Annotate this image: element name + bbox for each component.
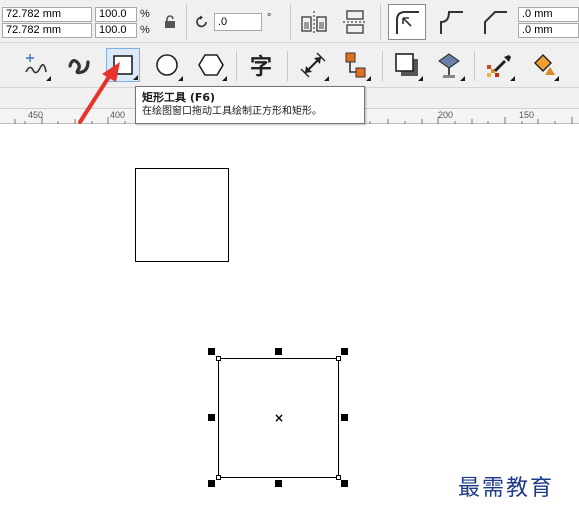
- rotation-angle-field[interactable]: .0: [214, 13, 262, 31]
- annotation-arrow: [78, 62, 120, 124]
- corner-node[interactable]: [336, 356, 341, 361]
- selection-handle-top-left[interactable]: [208, 348, 215, 355]
- flyout-indicator: [133, 75, 138, 80]
- ruler-label: 450: [28, 110, 44, 120]
- dimension-icon: [300, 52, 326, 78]
- lock-ratio-button[interactable]: [162, 13, 178, 31]
- separator: [380, 4, 381, 40]
- mirror-vertical-button[interactable]: [338, 6, 372, 38]
- rectangle-tool-tooltip: 矩形工具 (F6) 在绘图窗口拖动工具绘制正方形和矩形。: [135, 86, 365, 124]
- corner-radius-bottom-field[interactable]: .0 mm: [518, 23, 579, 38]
- flyout-indicator: [554, 76, 559, 81]
- flyout-indicator: [366, 76, 371, 81]
- drawn-rectangle[interactable]: [135, 168, 229, 262]
- tooltip-title: 矩形工具 (F6): [142, 91, 216, 104]
- scale-y-percent-label: %: [140, 24, 150, 36]
- flyout-indicator: [460, 76, 465, 81]
- flyout-indicator: [324, 76, 329, 81]
- corner-radius-top-field[interactable]: .0 mm: [518, 7, 579, 22]
- separator: [474, 51, 475, 81]
- polygon-tool[interactable]: [194, 48, 228, 82]
- ellipse-tool[interactable]: [150, 48, 184, 82]
- scalloped-corner-icon: [440, 11, 463, 34]
- scale-y-field[interactable]: 100.0: [95, 23, 137, 38]
- mirror-horizontal-icon: [301, 11, 327, 34]
- scale-x-percent-label: %: [140, 8, 150, 20]
- selection-handle-bottom[interactable]: [275, 480, 282, 487]
- mirror-vertical-icon: [343, 10, 367, 34]
- separator: [186, 4, 187, 40]
- round-corner-button[interactable]: [388, 4, 426, 40]
- scale-x-field[interactable]: 100.0: [95, 7, 137, 22]
- parallel-dimension-tool[interactable]: [296, 48, 330, 82]
- ellipse-icon: [156, 54, 178, 76]
- drop-shadow-tool[interactable]: [390, 48, 424, 82]
- rotation-angle-button: [194, 13, 210, 31]
- flyout-indicator: [178, 76, 183, 81]
- selection-handle-top[interactable]: [275, 348, 282, 355]
- separator: [287, 51, 288, 81]
- ruler-label: 200: [438, 110, 454, 120]
- ruler-label: 150: [519, 110, 535, 120]
- interactive-fill-tool[interactable]: [526, 48, 560, 82]
- selection-handle-bottom-right[interactable]: [341, 480, 348, 487]
- fill-bucket-icon: [534, 54, 555, 75]
- property-bar: 72.782 mm 72.782 mm 100.0 100.0 % % .0 °: [0, 0, 579, 43]
- drawing-canvas[interactable]: ×: [0, 124, 579, 515]
- corner-node[interactable]: [216, 356, 221, 361]
- color-eyedropper-tool[interactable]: [482, 48, 516, 82]
- lock-icon: [165, 15, 175, 28]
- selection-handle-bottom-left[interactable]: [208, 480, 215, 487]
- transparency-tool[interactable]: [432, 48, 466, 82]
- corner-node[interactable]: [216, 475, 221, 480]
- degree-label: °: [267, 12, 272, 24]
- flyout-indicator: [222, 76, 227, 81]
- freehand-icon: [25, 54, 47, 74]
- center-marker-icon: ×: [274, 411, 285, 425]
- text-tool-glyph: 字: [249, 55, 272, 80]
- object-width-field[interactable]: 72.782 mm: [2, 7, 92, 22]
- flyout-indicator: [418, 76, 423, 81]
- text-tool[interactable]: 字: [244, 48, 278, 82]
- selection-handle-left[interactable]: [208, 414, 215, 421]
- selection-handle-right[interactable]: [341, 414, 348, 421]
- polygon-icon: [198, 54, 224, 76]
- round-corner-icon: [396, 11, 419, 34]
- transparency-icon: [438, 53, 460, 78]
- flyout-indicator: [46, 76, 51, 81]
- eyedropper-icon: [487, 55, 511, 77]
- corner-node[interactable]: [336, 475, 341, 480]
- scalloped-corner-button[interactable]: [432, 4, 470, 40]
- flyout-indicator: [510, 76, 515, 81]
- tooltip-description: 在绘图窗口拖动工具绘制正方形和矩形。: [142, 106, 322, 117]
- rotate-icon: [196, 15, 207, 28]
- separator: [382, 51, 383, 81]
- chamfered-corner-icon: [484, 11, 507, 34]
- mirror-horizontal-button[interactable]: [297, 6, 331, 38]
- connector-tool[interactable]: [338, 48, 372, 82]
- drop-shadow-icon: [395, 53, 418, 76]
- selection-handle-top-right[interactable]: [341, 348, 348, 355]
- freehand-tool[interactable]: [18, 48, 52, 82]
- separator: [236, 51, 237, 81]
- connector-icon: [345, 52, 366, 78]
- object-height-field[interactable]: 72.782 mm: [2, 23, 92, 38]
- watermark: 最需教育: [458, 476, 555, 501]
- chamfered-corner-button[interactable]: [476, 4, 514, 40]
- separator: [290, 4, 291, 40]
